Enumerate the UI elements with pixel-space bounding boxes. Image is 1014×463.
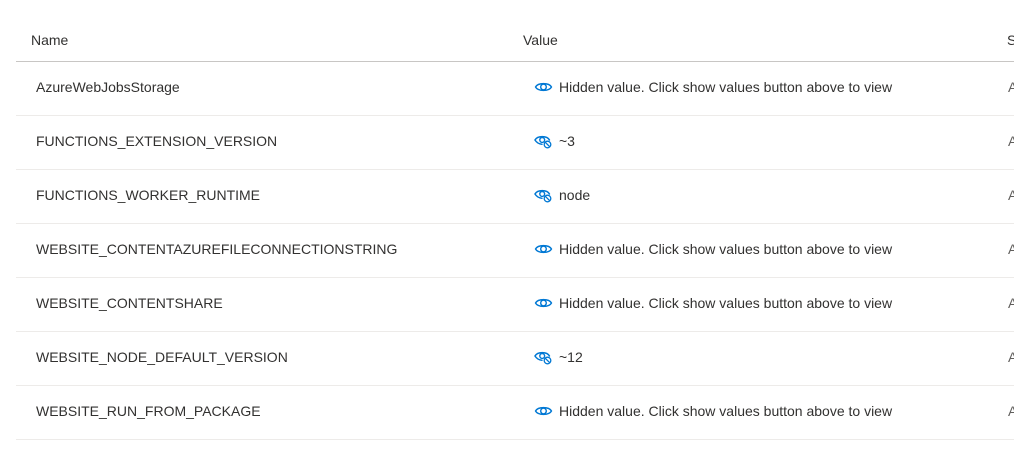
table-row[interactable]: AzureWebJobsStorage Hidden value. Click … [16,62,1014,116]
setting-name[interactable]: AzureWebJobsStorage [36,79,180,95]
setting-source: A [1008,79,1014,95]
setting-value-text: ~12 [559,349,583,365]
table-row[interactable]: WEBSITE_RUN_FROM_PACKAGE Hidden value. C… [16,386,1014,440]
table-row[interactable]: FUNCTIONS_EXTENSION_VERSION ~3 A [16,116,1014,170]
table-row[interactable]: WEBSITE_CONTENTSHARE Hidden value. Click… [16,278,1014,332]
eye-hide-icon[interactable] [534,349,553,365]
setting-value-text: Hidden value. Click show values button a… [559,403,893,419]
setting-name[interactable]: FUNCTIONS_WORKER_RUNTIME [36,187,260,203]
column-header-name[interactable]: Name [31,32,68,48]
setting-name[interactable]: WEBSITE_RUN_FROM_PACKAGE [36,403,261,419]
eye-icon[interactable] [534,241,553,257]
column-header-source[interactable]: S [1007,32,1014,48]
table-row[interactable]: WEBSITE_NODE_DEFAULT_VERSION ~12 A [16,332,1014,386]
eye-hide-icon[interactable] [534,133,553,149]
grid-header: Name Value S [16,22,1014,62]
setting-value: Hidden value. Click show values button a… [534,79,892,95]
setting-value: Hidden value. Click show values button a… [534,241,892,257]
setting-source: A [1008,187,1014,203]
setting-value: ~12 [534,349,583,365]
setting-name[interactable]: WEBSITE_NODE_DEFAULT_VERSION [36,349,288,365]
eye-icon[interactable] [534,295,553,311]
setting-value: Hidden value. Click show values button a… [534,295,892,311]
setting-value: Hidden value. Click show values button a… [534,403,892,419]
setting-name[interactable]: WEBSITE_CONTENTAZUREFILECONNECTIONSTRING [36,241,397,257]
setting-value: ~3 [534,133,575,149]
eye-icon[interactable] [534,79,553,95]
setting-source: A [1008,241,1014,257]
setting-value-text: Hidden value. Click show values button a… [559,241,893,257]
setting-value-text: Hidden value. Click show values button a… [559,79,893,95]
setting-value-text: node [559,187,591,203]
eye-icon[interactable] [534,403,553,419]
column-header-value[interactable]: Value [523,32,558,48]
setting-value-text: ~3 [559,133,575,149]
setting-source: A [1008,403,1014,419]
setting-source: A [1008,349,1014,365]
setting-name[interactable]: FUNCTIONS_EXTENSION_VERSION [36,133,277,149]
table-row[interactable]: FUNCTIONS_WORKER_RUNTIME node A [16,170,1014,224]
table-row[interactable]: WEBSITE_CONTENTAZUREFILECONNECTIONSTRING… [16,224,1014,278]
setting-value: node [534,187,590,203]
app-settings-grid: Name Value S AzureWebJobsStorage Hidden … [16,22,1014,440]
eye-hide-icon[interactable] [534,187,553,203]
setting-name[interactable]: WEBSITE_CONTENTSHARE [36,295,223,311]
setting-source: A [1008,295,1014,311]
setting-source: A [1008,133,1014,149]
setting-value-text: Hidden value. Click show values button a… [559,295,893,311]
